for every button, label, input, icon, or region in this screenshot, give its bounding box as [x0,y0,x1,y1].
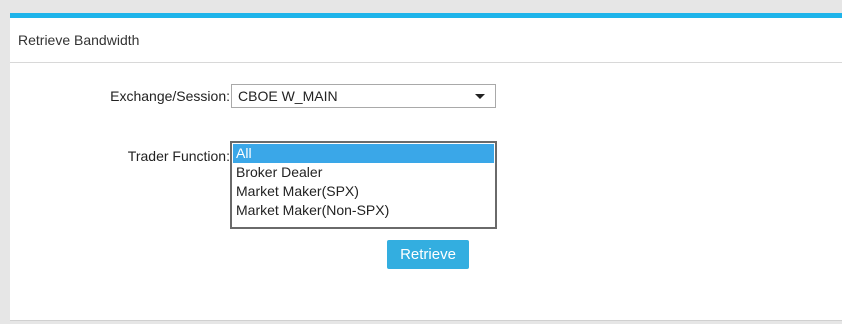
exchange-session-label: Exchange/Session: [110,88,230,104]
retrieve-bandwidth-panel: Retrieve Bandwidth Exchange/Session: CBO… [10,13,842,321]
trader-function-label: Trader Function: [127,148,230,164]
exchange-session-select[interactable]: CBOE W_MAIN [231,84,496,108]
trader-option-broker-dealer[interactable]: Broker Dealer [233,163,494,182]
trader-option-market-maker-spx[interactable]: Market Maker(SPX) [233,182,494,201]
panel-header: Retrieve Bandwidth [10,18,842,63]
trader-option-all[interactable]: All [233,144,494,163]
exchange-session-value: CBOE W_MAIN [238,88,338,104]
panel-title: Retrieve Bandwidth [18,32,140,48]
trader-function-listbox[interactable]: All Broker Dealer Market Maker(SPX) Mark… [230,141,497,229]
chevron-down-icon[interactable] [475,94,485,99]
retrieve-button[interactable]: Retrieve [387,240,469,269]
trader-option-market-maker-non-spx[interactable]: Market Maker(Non-SPX) [233,201,494,220]
